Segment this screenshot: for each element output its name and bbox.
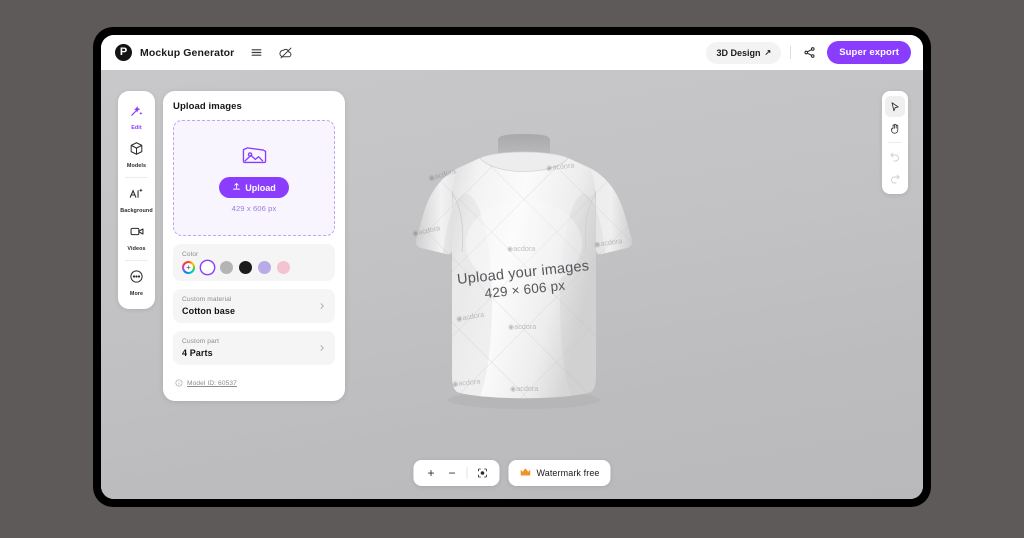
ai-sparkle-icon [128,186,145,206]
custom-material-value: Cotton base [182,306,236,316]
custom-material-label: Custom material [182,296,232,303]
canvas-tool-rail [882,91,908,194]
color-section: Color + [173,244,335,281]
upload-button-label: Upload [245,182,276,193]
magic-wand-icon [129,103,144,123]
chevron-right-icon [318,297,326,315]
info-circle-icon [175,374,183,392]
color-swatch-list: + [182,261,326,274]
image-placeholder-icon [241,143,268,171]
upload-dropzone[interactable]: Upload 429 x 606 px [173,120,335,236]
sidebar-item-label: More [129,291,144,297]
color-swatch-black[interactable] [239,261,252,274]
super-export-button[interactable]: Super export [827,41,911,64]
toolbar-divider [466,467,468,479]
watermark-free-label: Watermark free [536,468,600,478]
custom-material-row[interactable]: Custom material Cotton base [173,289,335,323]
upload-arrow-icon [232,182,241,193]
sidebar-item-label: Videos [127,246,146,252]
page-title: Mockup Generator [140,46,235,59]
hamburger-menu-icon[interactable] [248,45,264,61]
sidebar-item-models[interactable]: Models [118,136,155,174]
external-link-arrow-icon: ↗ [764,48,772,57]
custom-part-row[interactable]: Custom part 4 Parts [173,331,335,365]
video-camera-icon [129,224,145,244]
sidebar-divider [125,260,148,261]
focus-center-icon[interactable] [471,463,492,484]
sidebar-item-label: Models [126,163,147,169]
zoom-out-button[interactable]: − [441,463,462,484]
panel-title: Upload images [173,101,242,112]
redo-arrow-icon[interactable] [885,168,905,189]
header-actions: 3D Design ↗ Super export [706,41,911,64]
zoom-controls: + − [413,460,500,486]
sidebar-item-background[interactable]: Background [118,181,155,219]
color-swatch-white[interactable] [201,261,214,274]
sidebar-item-label: Background [120,208,153,214]
properties-panel: Upload images Upload 429 x 606 px Color … [163,91,345,401]
sidebar-item-edit[interactable]: Edit [118,98,155,136]
model-id-row[interactable]: Model ID: 60537 [173,374,335,392]
sidebar-divider [125,177,148,178]
app-window: P Mockup Generator 3D Design ↗ Super exp… [101,35,923,499]
sidebar: Edit Models Background Videos More [118,91,155,309]
color-label: Color [182,251,199,258]
sidebar-item-videos[interactable]: Videos [118,219,155,257]
color-swatch-gray[interactable] [220,261,233,274]
color-swatch-pink[interactable] [277,261,290,274]
app-header: P Mockup Generator 3D Design ↗ Super exp… [101,35,923,70]
watermark-free-button[interactable]: Watermark free [508,460,611,486]
sidebar-item-more[interactable]: More [118,264,155,302]
more-dots-icon [129,269,144,289]
color-swatch-lavender[interactable] [258,261,271,274]
bottom-toolbar: + − Watermark free [413,460,611,486]
sidebar-item-label: Edit [131,125,142,131]
cursor-arrow-icon[interactable] [885,96,905,117]
upload-dimensions-label: 429 x 606 px [231,204,277,213]
model-id-label: Model ID: 60537 [187,379,237,387]
header-divider [790,46,792,59]
super-export-label: Super export [839,47,899,58]
upload-button[interactable]: Upload [219,177,289,198]
t-shirt-mockup[interactable]: ◉acdora ◉acdora ◉acdora ◉acdora ◉acdora … [394,133,654,412]
pacdora-logo-icon[interactable]: P [115,44,132,61]
share-icon[interactable] [800,43,818,63]
chevron-right-icon [318,339,326,357]
cloud-off-icon[interactable] [278,45,294,61]
color-swatch-color-picker[interactable]: + [182,261,195,274]
cube-icon [129,141,144,161]
custom-part-value: 4 Parts [182,348,213,358]
design-mode-button[interactable]: 3D Design ↗ [706,41,782,64]
t-shirt-svg [415,133,633,409]
crown-icon [519,467,531,479]
design-mode-label: 3D Design [716,47,761,58]
workspace: ◉acdora ◉acdora ◉acdora ◉acdora ◉acdora … [101,70,923,499]
custom-part-label: Custom part [182,338,220,345]
undo-arrow-icon[interactable] [885,146,905,167]
device-frame: P Mockup Generator 3D Design ↗ Super exp… [93,27,931,507]
zoom-in-button[interactable]: + [420,463,441,484]
tool-divider [888,142,902,143]
hand-icon[interactable] [885,118,905,139]
